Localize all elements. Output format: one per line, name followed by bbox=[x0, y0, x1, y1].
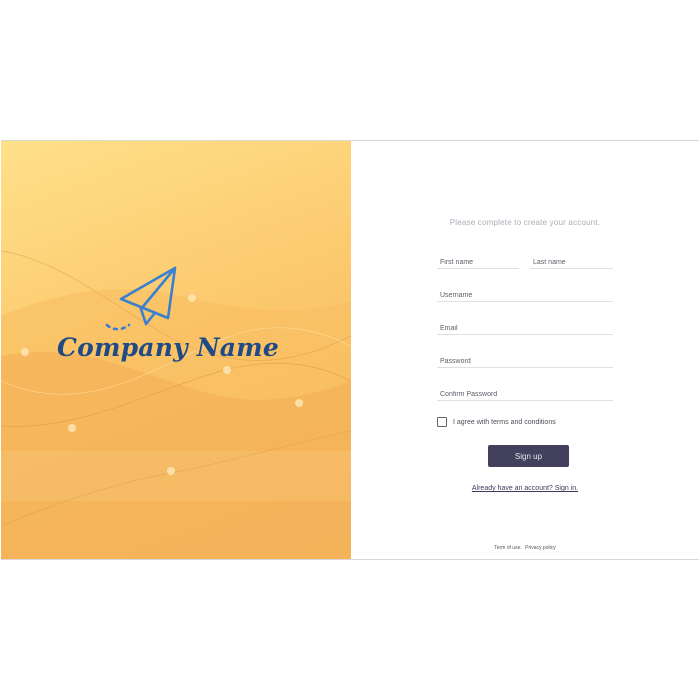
password-field bbox=[437, 350, 616, 370]
decor-dot bbox=[167, 467, 175, 475]
decor-dot bbox=[295, 399, 303, 407]
password-input[interactable] bbox=[437, 353, 616, 370]
terms-checkbox[interactable] bbox=[437, 417, 447, 427]
confirm-password-input[interactable] bbox=[437, 386, 616, 403]
last-name-input[interactable] bbox=[530, 254, 616, 271]
privacy-policy-link[interactable]: Privacy policy bbox=[525, 545, 556, 551]
terms-of-use-link[interactable]: Term of use. bbox=[494, 545, 522, 551]
username-field bbox=[437, 284, 616, 304]
sign-in-link[interactable]: Already have an account? Sign in. bbox=[351, 485, 699, 492]
email-input[interactable] bbox=[437, 320, 616, 337]
terms-label: I agree with terms and conditions bbox=[453, 418, 556, 426]
username-input[interactable] bbox=[437, 287, 616, 304]
first-name-input[interactable] bbox=[437, 254, 522, 271]
brand-panel: Company Name bbox=[1, 141, 351, 559]
signup-form-panel: Please complete to create your account. … bbox=[351, 141, 699, 559]
sign-up-button[interactable]: Sign up bbox=[488, 445, 569, 467]
confirm-password-field bbox=[437, 383, 616, 403]
terms-row: I agree with terms and conditions bbox=[437, 417, 556, 427]
last-name-field bbox=[530, 251, 616, 271]
decor-dot bbox=[68, 424, 76, 432]
signup-window: Company Name Please complete to create y… bbox=[1, 140, 699, 560]
first-name-field bbox=[437, 251, 522, 271]
footer-links: Term of use. Privacy policy bbox=[351, 545, 699, 551]
email-field bbox=[437, 317, 616, 337]
decor-dot bbox=[21, 348, 29, 356]
form-intro-text: Please complete to create your account. bbox=[449, 218, 601, 227]
company-name-logo-text: Company Name bbox=[57, 333, 279, 362]
